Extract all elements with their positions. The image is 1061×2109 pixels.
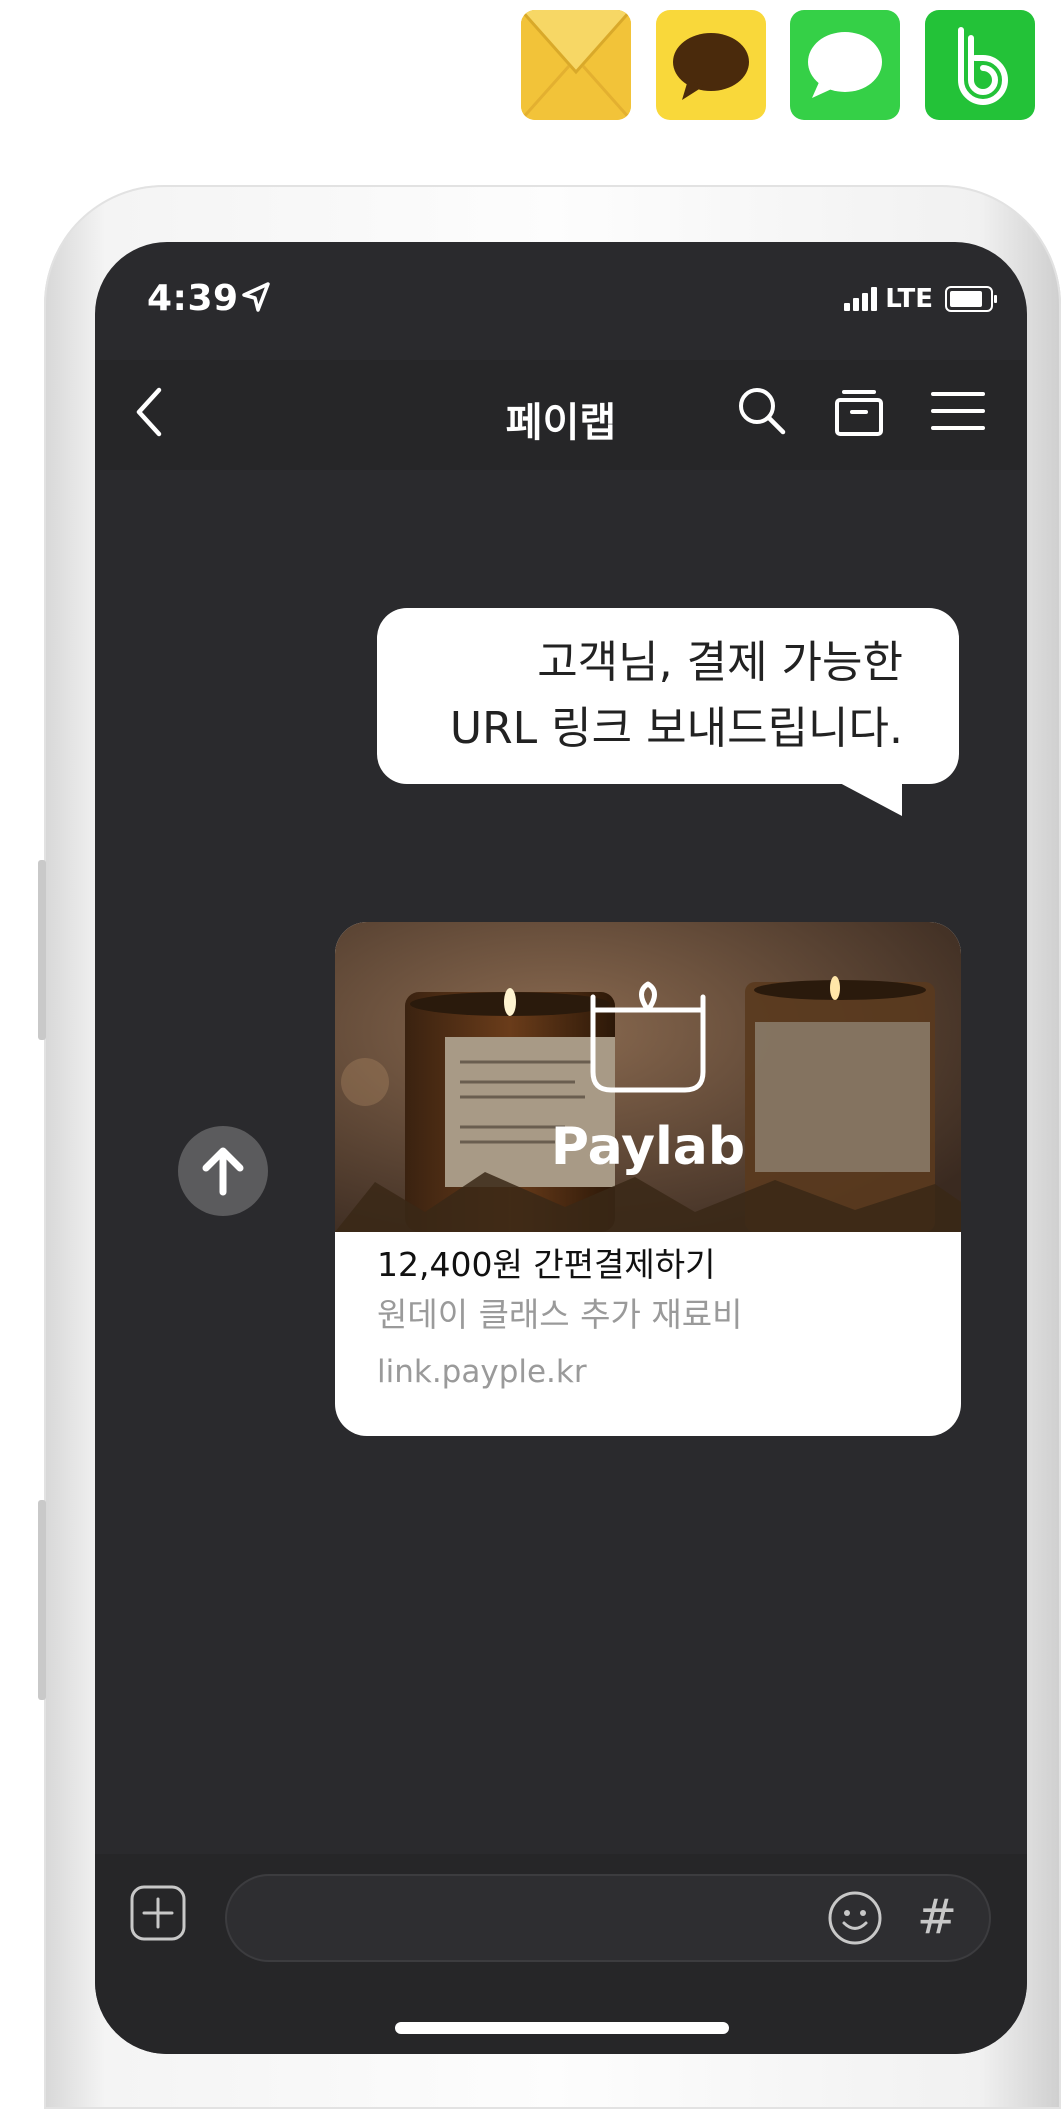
share-button[interactable] [178,1126,268,1216]
mail-app-icon[interactable] [521,10,631,120]
archive-icon[interactable] [830,382,888,440]
search-icon[interactable] [733,382,791,440]
location-arrow-icon [242,282,270,312]
arrow-up-icon [202,1147,244,1196]
volume-up-button [38,860,46,1040]
network-label: LTE [885,284,933,314]
home-indicator [395,2022,729,2034]
payment-link-url[interactable]: link.payple.kr [377,1342,941,1402]
payment-description: 원데이 클래스 추가 재료비 [377,1295,743,1334]
signal-icon [844,287,878,311]
kakaotalk-app-icon[interactable] [656,10,766,120]
volume-down-button [38,1500,46,1700]
message-input-container[interactable]: # [225,1874,991,1962]
candle-banner-image: Paylab [335,922,961,1232]
status-time: 4:39 [147,278,239,319]
hash-icon[interactable]: # [907,1882,967,1952]
phone-screen: 4:39 LTE 페이랩 고객님, 결제 가능한 URL 링크 보내드립니다. [95,242,1027,2054]
chat-header: 페이랩 [95,360,1027,470]
payment-link-card[interactable]: Paylab 12,400원 간편결제하기 원데이 클래스 추가 재료비 lin… [335,922,961,1436]
messages-app-icon[interactable] [790,10,900,120]
status-indicators: LTE [844,284,997,314]
plus-icon[interactable] [129,1884,187,1942]
band-app-icon[interactable] [925,10,1035,120]
message-line-1: 고객님, 결제 가능한 [537,637,903,688]
paylab-logo-text: Paylab [550,1117,746,1177]
battery-icon [945,286,997,312]
payment-action-text[interactable]: 12,400원 간편결제하기 [377,1240,941,1290]
emoji-icon[interactable] [825,1888,885,1948]
menu-icon[interactable] [929,382,987,440]
message-bubble: 고객님, 결제 가능한 URL 링크 보내드립니다. [377,608,959,784]
message-input[interactable] [257,1876,841,1962]
bubble-tail [838,782,902,816]
message-line-2: URL 링크 보내드립니다. [449,703,903,754]
